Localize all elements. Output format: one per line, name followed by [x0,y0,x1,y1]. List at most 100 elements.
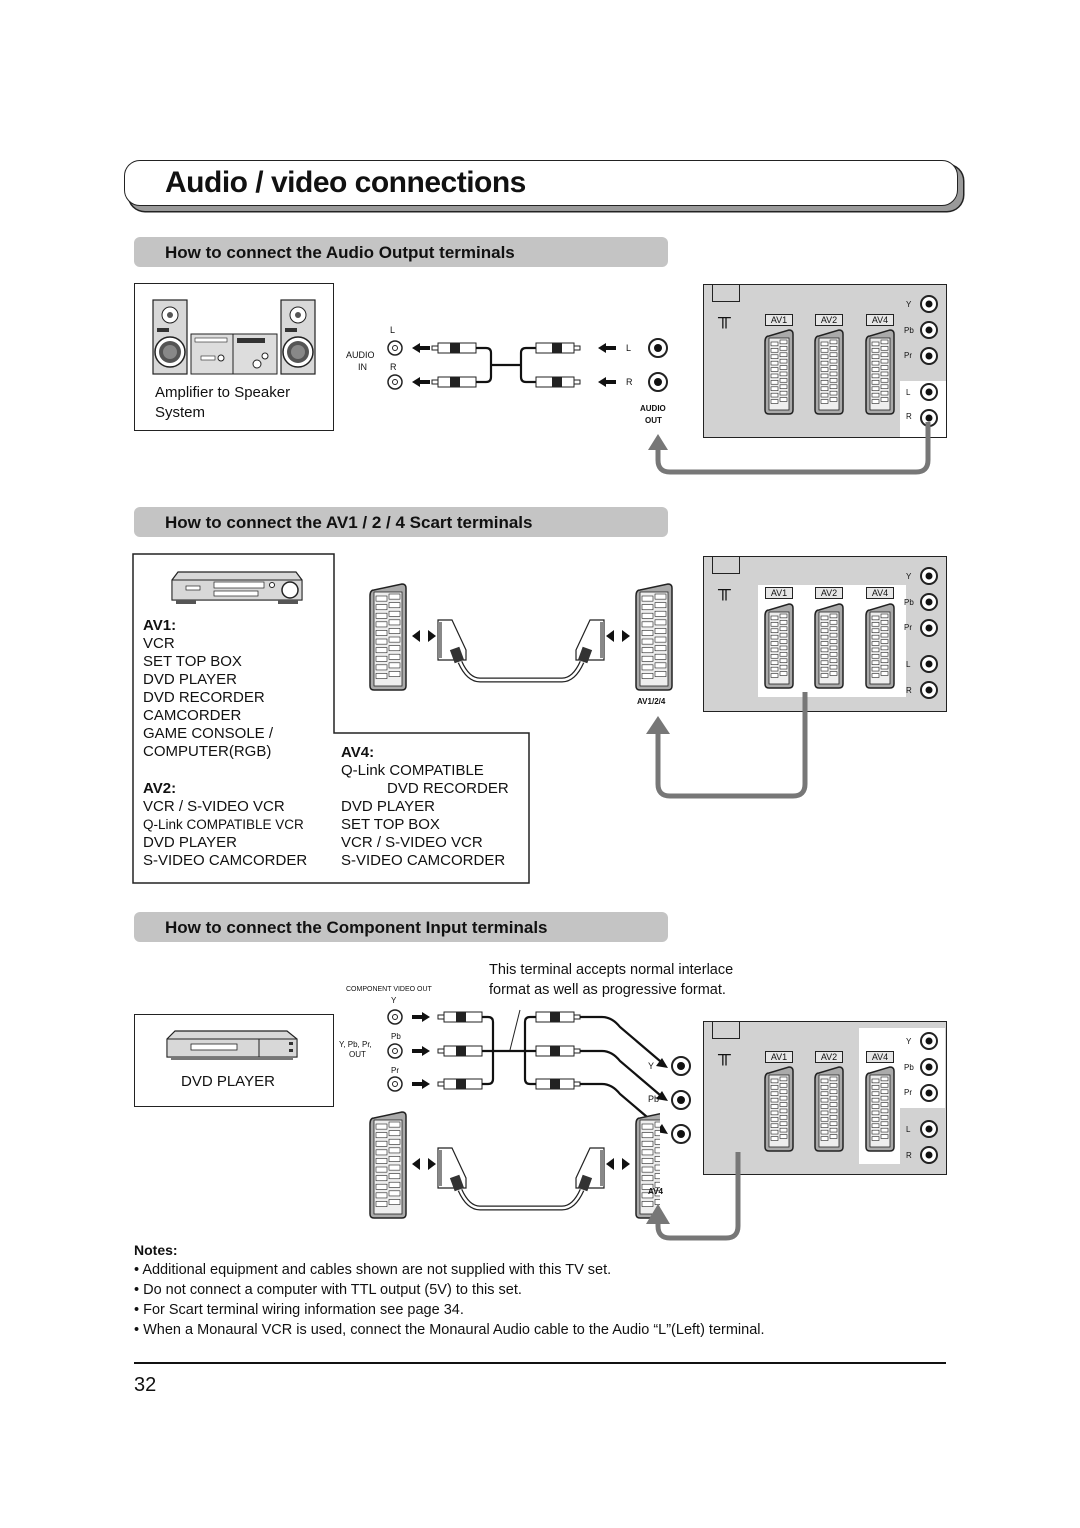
connection-arrow-1 [648,422,931,475]
rca-jack-icon [387,1043,403,1059]
component-video-out-label: COMPONENT VIDEO OUT [346,986,432,993]
av1-title: AV1: [143,617,177,634]
note-text: Do not connect a computer with TTL outpu… [143,1282,522,1298]
scart-sockets [764,1066,895,1152]
scart-socket-icon [369,583,407,691]
av4-item: VCR / S-VIDEO VCR [341,834,483,851]
rca-jack-icon [387,1076,403,1092]
scart-socket-icon [764,603,794,689]
av1-device-list: AV1: VCR SET TOP BOX DVD PLAYER DVD RECO… [143,617,273,761]
av1-label: AV1 [765,587,793,599]
jack-label-pr: Pr [904,623,912,632]
scart-sockets [764,603,895,689]
arrow-up-icon [648,434,668,450]
av2-device-list: AV2: VCR / S-VIDEO VCR Q-Link COMPATIBLE… [143,780,307,870]
av4-label: AV4 [866,1051,894,1063]
rca-jack-icon [387,340,403,356]
av1-label: AV1 [765,1051,793,1063]
callout-line1: This terminal accepts normal interlace [489,962,734,978]
rca-plug-icon [535,342,581,354]
av2-label: AV2 [815,587,843,599]
audio-cable-diagram [387,338,668,392]
scart-section-heading: How to connect the AV1 / 2 / 4 Scart ter… [165,513,533,532]
bidirectional-arrow-icon [606,630,630,642]
note-item: • For Scart terminal wiring information … [134,1302,464,1318]
note-item: • Additional equipment and cables shown … [134,1262,612,1278]
audio-out-label-line1: AUDIO [640,404,666,413]
av2-item: S-VIDEO CAMCORDER [143,852,308,869]
arrow-up-icon [646,1204,670,1224]
arrow-up-icon [646,716,670,734]
jack-label-l: L [906,388,911,397]
tv-panel-1-content: AV1 AV2 AV4 Y Pb Pr L R [703,284,948,439]
jack-label-pr: Pr [904,351,912,360]
scart-socket-icon [369,1111,407,1219]
scart-cable-diagram [369,583,673,691]
av2-label: AV2 [815,1051,843,1063]
scart-socket-icon [814,329,844,415]
av4-title: AV4: [341,744,375,761]
arrow-right-icon [412,1012,430,1022]
arrow-right-icon [412,1079,430,1089]
scart-socket-icon [865,603,895,689]
rca-jack-icon [387,374,403,390]
amplifier-label-line1: Amplifier to Speaker [155,384,291,401]
rca-jacks-column [920,1032,938,1164]
jack-label-pb: Pb [904,598,914,607]
rca-plug-icon [431,342,477,354]
connection-arrow-2 [646,692,808,799]
dvd-player-label: DVD PLAYER [181,1073,275,1090]
av2-label: AV2 [815,314,843,326]
note-text: When a Monaural VCR is used, connect the… [143,1322,765,1338]
av4-item: SET TOP BOX [341,816,440,833]
arrow-right-icon [412,1046,430,1056]
av1-item: CAMCORDER [143,707,242,724]
scart-socket-icon [814,1066,844,1152]
av4-item: DVD RECORDER [387,780,509,797]
jack-label-y: Y [906,572,912,581]
scart-socket-icon [865,1066,895,1152]
av1-item: VCR [143,635,175,652]
note-text: Additional equipment and cables shown ar… [142,1262,612,1278]
rca-jack-icon [671,1124,691,1144]
connection-arrow-3 [646,1152,741,1241]
scart-cable-diagram [369,1111,660,1219]
footer-divider [134,1362,946,1364]
note-item: • When a Monaural VCR is used, connect t… [134,1322,765,1338]
component-section-heading: How to connect the Component Input termi… [165,918,548,937]
av4-item: Q-Link COMPATIBLE [341,762,484,779]
av2-item: VCR / S-VIDEO VCR [143,798,285,815]
scart-socket-icon [814,603,844,689]
note-item: • Do not connect a computer with TTL out… [134,1282,522,1298]
av1-item: DVD PLAYER [143,671,237,688]
rca-jack-icon [387,1009,403,1025]
audio-in-label-line1: AUDIO [346,350,375,360]
jack-label-pb: Pb [904,1063,914,1072]
dvd-player-box: DVD PLAYER [134,1014,334,1107]
arrow-left-icon [598,343,616,353]
scart-socket-icon [764,1066,794,1152]
av2-item: Q-Link COMPATIBLE VCR [143,817,304,832]
scart-socket-icon [764,329,794,415]
amplifier-box: Amplifier to Speaker System [134,283,334,431]
out-group-label-line1: Y, Pb, Pr, [339,1040,372,1049]
rca-jack-icon [648,338,668,358]
scart-socket-icon [865,329,895,415]
av4-item: DVD PLAYER [341,798,435,815]
jack-label-l: L [906,1125,911,1134]
av4-label: AV4 [866,314,894,326]
audio-in-label-line2: IN [358,362,367,372]
rca-plug-icon [535,376,581,388]
amplifier-label-line2: System [155,404,206,421]
av1-item: DVD RECORDER [143,689,265,706]
page-title: Audio / video connections [165,166,526,199]
arrow-left-icon [412,343,430,353]
rca-jack-icon [648,372,668,392]
av4-device-list: AV4: Q-Link COMPATIBLE DVD RECORDER DVD … [341,744,509,870]
av2-item: DVD PLAYER [143,834,237,851]
jack-label-l: L [906,660,911,669]
av4-item: S-VIDEO CAMCORDER [341,852,506,869]
audio-section-heading: How to connect the Audio Output terminal… [165,243,515,262]
amplifier-speaker-icon [152,299,316,375]
page-number: 32 [134,1374,157,1396]
